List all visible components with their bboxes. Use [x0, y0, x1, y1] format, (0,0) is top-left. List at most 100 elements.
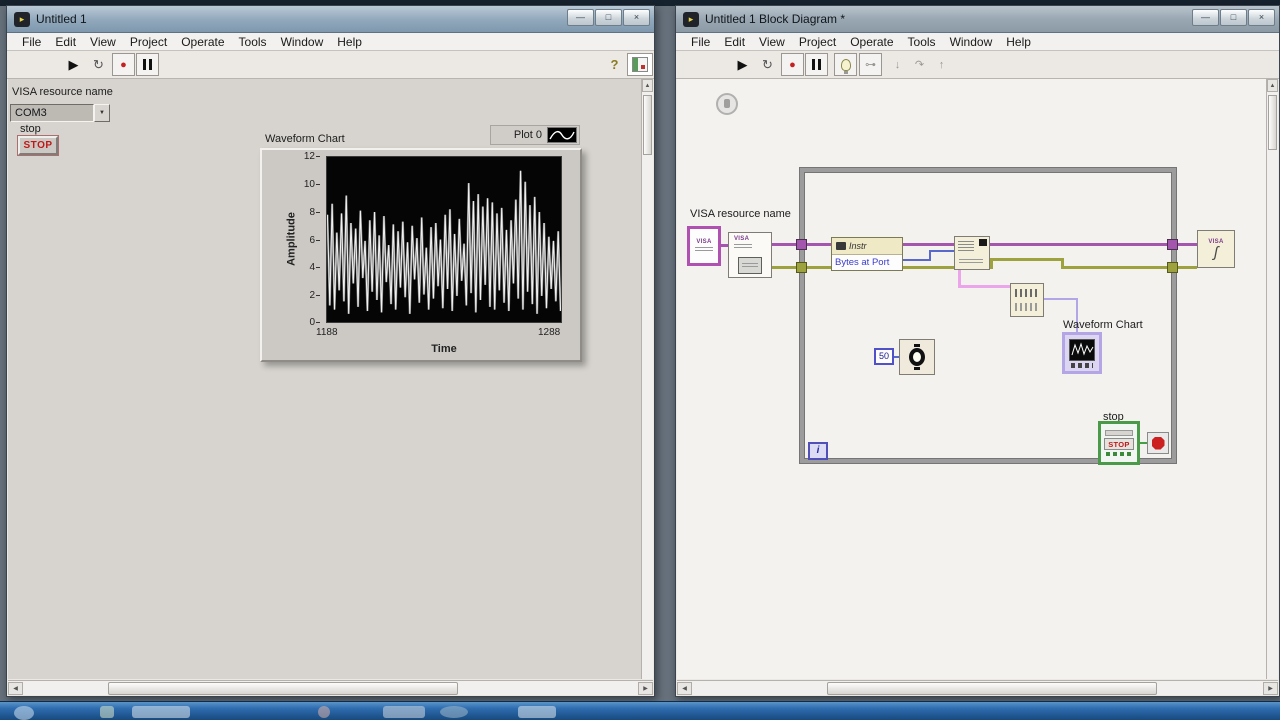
front-panel-vscrollbar[interactable]: ▲ [641, 79, 653, 679]
wire-numeric [1044, 298, 1078, 300]
scroll-right-icon[interactable]: ▶ [638, 682, 653, 695]
menu-edit[interactable]: Edit [48, 35, 83, 49]
wire-visa [721, 244, 728, 247]
scroll-right-icon[interactable]: ▶ [1263, 682, 1278, 695]
taskbar-icon[interactable] [100, 706, 114, 718]
vscroll-thumb[interactable] [1268, 95, 1277, 150]
menu-edit[interactable]: Edit [717, 35, 752, 49]
desktop: ▸ Untitled 1 — □ × File Edit View Projec… [0, 0, 1280, 720]
menu-help[interactable]: Help [330, 35, 369, 49]
menu-window[interactable]: Window [274, 35, 331, 49]
front-panel-titlebar[interactable]: ▸ Untitled 1 — □ × [7, 6, 654, 33]
scroll-left-icon[interactable]: ◀ [8, 682, 23, 695]
y-tick: 2 [296, 290, 320, 301]
waveform-svg [326, 170, 562, 314]
stop-control-label: stop [20, 123, 41, 135]
serial-settings-icon [738, 257, 762, 274]
menu-file[interactable]: File [15, 35, 48, 49]
pause-button-icon[interactable] [136, 53, 159, 76]
help-icon[interactable]: ? [603, 53, 626, 76]
context-help-icon[interactable] [627, 53, 653, 76]
chart-legend[interactable]: Plot 0 [490, 125, 580, 145]
maximize-button[interactable]: □ [1220, 9, 1247, 26]
loop-iteration-terminal[interactable]: i [808, 442, 828, 460]
abort-button-icon[interactable]: ● [112, 53, 135, 76]
legend-plot-label: Plot 0 [513, 129, 542, 141]
menu-window[interactable]: Window [943, 35, 1000, 49]
taskbar-window-button[interactable] [383, 706, 425, 718]
block-diagram-menubar: File Edit View Project Operate Tools Win… [676, 33, 1279, 51]
block-diagram-hscrollbar[interactable]: ◀ ▶ [677, 680, 1278, 695]
close-button[interactable]: × [623, 9, 650, 26]
highlight-execution-icon[interactable] [834, 53, 857, 76]
tunnel-visa-right [1167, 239, 1178, 250]
menu-project[interactable]: Project [792, 35, 843, 49]
taskbar-window-button[interactable] [518, 706, 556, 718]
menu-file[interactable]: File [684, 35, 717, 49]
bytes-at-port-property-node[interactable]: Instr Bytes at Port [831, 237, 903, 271]
pause-button-icon[interactable] [805, 53, 828, 76]
visa-resource-constant[interactable]: VISA [687, 226, 721, 266]
stop-boolean-terminal[interactable]: STOP [1098, 421, 1140, 465]
menu-view[interactable]: View [752, 35, 792, 49]
menu-tools[interactable]: Tools [901, 35, 943, 49]
scroll-up-icon[interactable]: ▲ [642, 79, 653, 92]
start-orb-icon[interactable] [14, 706, 34, 720]
step-into-icon[interactable]: ↓ [886, 53, 909, 76]
run-continuous-icon[interactable]: ↻ [756, 53, 779, 76]
run-continuous-icon[interactable]: ↻ [87, 53, 110, 76]
retain-wire-values-icon[interactable]: ⊶ [859, 53, 882, 76]
waveform-chart-widget[interactable]: Amplitude 12 10 8 6 4 2 0 1188 1288 Time [260, 148, 582, 362]
taskbar[interactable] [0, 701, 1280, 720]
maximize-button[interactable]: □ [595, 9, 622, 26]
string-to-number-node[interactable] [1010, 283, 1044, 317]
hscroll-thumb[interactable] [827, 682, 1157, 695]
visa-configure-serial-port-node[interactable]: VISA [728, 232, 772, 278]
wire-string [958, 285, 1012, 288]
step-over-icon[interactable]: ↷ [908, 53, 931, 76]
chart-terminal-label: Waveform Chart [1063, 319, 1143, 331]
labview-app-icon: ▸ [14, 11, 30, 27]
hscroll-thumb[interactable] [108, 682, 458, 695]
menu-operate[interactable]: Operate [843, 35, 900, 49]
taskbar-window-button[interactable] [132, 706, 190, 718]
menu-tools[interactable]: Tools [232, 35, 274, 49]
menu-help[interactable]: Help [999, 35, 1038, 49]
block-diagram-vscrollbar[interactable]: ▲ [1266, 79, 1278, 679]
minimize-button[interactable]: — [567, 9, 594, 26]
taskbar-icon[interactable] [440, 706, 468, 718]
block-diagram-title: Untitled 1 Block Diagram * [705, 12, 846, 26]
visa-read-node[interactable] [954, 236, 990, 270]
x-tick-min: 1188 [316, 327, 338, 338]
wait-ms-constant[interactable]: 50 [874, 348, 894, 365]
scroll-up-icon[interactable]: ▲ [1267, 79, 1278, 92]
menu-project[interactable]: Project [123, 35, 174, 49]
abort-button-icon[interactable]: ● [781, 53, 804, 76]
menu-operate[interactable]: Operate [174, 35, 231, 49]
front-panel-hscrollbar[interactable]: ◀ ▶ [8, 680, 653, 695]
visa-close-icon: ʃ [1213, 243, 1219, 261]
property-node-class: Instr [849, 241, 867, 251]
wait-ms-node[interactable] [899, 339, 935, 375]
mini-chart-icon [1069, 338, 1095, 361]
stop-button[interactable]: STOP [18, 136, 58, 155]
wire-boolean [1140, 442, 1147, 444]
loop-condition-terminal[interactable] [1147, 432, 1169, 454]
vscroll-thumb[interactable] [643, 95, 652, 155]
close-button[interactable]: × [1248, 9, 1275, 26]
visa-resource-combo[interactable]: COM3 ▼ [10, 104, 110, 122]
step-out-icon[interactable]: ↑ [930, 53, 953, 76]
scroll-left-icon[interactable]: ◀ [677, 682, 692, 695]
combo-dropdown-icon[interactable]: ▼ [94, 104, 110, 122]
waveform-chart-terminal[interactable] [1062, 332, 1102, 374]
block-diagram-titlebar[interactable]: ▸ Untitled 1 Block Diagram * — □ × [676, 6, 1279, 33]
menu-view[interactable]: View [83, 35, 123, 49]
visa-close-node[interactable]: VISA ʃ [1197, 230, 1235, 268]
taskbar-icon[interactable] [318, 706, 330, 718]
front-panel-toolbar: ▶ ↻ ● ? [7, 51, 654, 79]
property-node-item[interactable]: Bytes at Port [832, 255, 902, 271]
run-button-icon[interactable]: ▶ [62, 53, 85, 76]
minimize-button[interactable]: — [1192, 9, 1219, 26]
visa-resource-value[interactable]: COM3 [10, 104, 94, 122]
run-button-icon[interactable]: ▶ [731, 53, 754, 76]
